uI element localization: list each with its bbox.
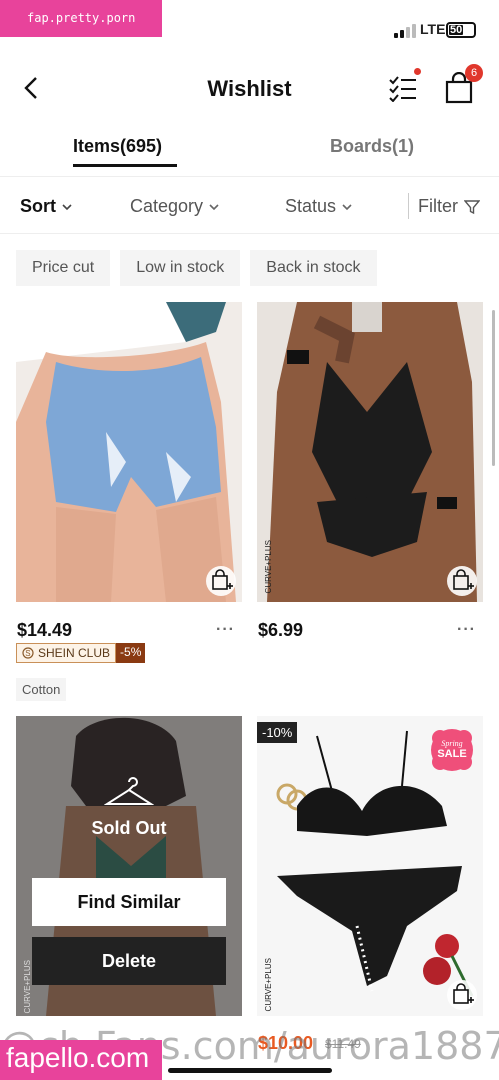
watermark-top: fap.pretty.porn (0, 0, 162, 37)
product-image[interactable] (257, 302, 483, 602)
chevron-down-icon (62, 203, 72, 210)
cart-count-badge: 6 (465, 64, 483, 82)
club-icon: S (22, 647, 34, 659)
tab-boards[interactable]: Boards(1) (330, 136, 414, 157)
sort-dropdown[interactable]: Sort (20, 196, 72, 217)
product-price: $6.99 (258, 620, 304, 640)
club-discount: -5% (116, 643, 146, 663)
network-label: LTE (420, 21, 446, 37)
signal-icon (394, 24, 416, 38)
discount-badge: -10% (257, 722, 298, 743)
status-bar: fap.pretty.porn LTE 50 (0, 0, 499, 40)
scrollbar[interactable] (492, 310, 495, 466)
chevron-down-icon (342, 203, 352, 210)
find-similar-button[interactable]: Find Similar (32, 878, 226, 926)
filter-divider (408, 193, 409, 219)
category-label: Category (130, 196, 204, 216)
svg-text:Spring: Spring (441, 739, 462, 748)
chevron-down-icon (209, 203, 219, 210)
battery-icon: 50 (446, 22, 476, 38)
more-options-button[interactable]: ··· (216, 621, 235, 639)
delete-button[interactable]: Delete (32, 937, 226, 985)
chip-back-in-stock[interactable]: Back in stock (250, 250, 377, 286)
brand-label: CURVE+PLUS (264, 540, 273, 594)
page-title: Wishlist (207, 76, 292, 101)
add-to-cart-button[interactable] (447, 566, 477, 596)
active-tab-indicator (73, 164, 177, 167)
tab-items[interactable]: Items(695) (73, 136, 162, 157)
svg-text:SALE: SALE (437, 748, 466, 760)
status-dropdown[interactable]: Status (285, 196, 352, 217)
spring-sale-badge: Spring SALE (431, 729, 473, 771)
brand-label: CURVE+PLUS (23, 960, 32, 1014)
add-to-bag-icon (212, 569, 233, 590)
add-to-bag-icon (453, 983, 474, 1004)
battery-level: 50 (450, 24, 463, 36)
add-to-cart-button[interactable] (447, 980, 477, 1010)
notification-dot (414, 68, 421, 75)
funnel-icon (464, 199, 480, 214)
brand-label: CURVE+PLUS (264, 958, 273, 1012)
status-label: Status (285, 196, 337, 216)
product-price: $14.49 (17, 620, 73, 640)
svg-text:S: S (25, 649, 30, 658)
chip-low-in-stock[interactable]: Low in stock (120, 250, 241, 286)
quick-filter-chips: Price cut Low in stock Back in stock (16, 250, 377, 286)
add-to-cart-button[interactable] (206, 566, 236, 596)
material-tag: Cotton (16, 678, 67, 701)
wishlist-tabs: Items(695) Boards(1) (0, 130, 499, 174)
checklist-icon[interactable] (388, 74, 420, 102)
more-options-button[interactable]: ··· (457, 621, 476, 639)
category-dropdown[interactable]: Category (130, 196, 219, 217)
chip-price-cut[interactable]: Price cut (16, 250, 111, 286)
filter-button[interactable]: Filter (418, 196, 480, 217)
home-indicator[interactable] (168, 1068, 332, 1073)
shein-club-badge: S SHEIN CLUB -5% (16, 643, 146, 663)
filter-bar: Sort Category Status Filter (0, 176, 499, 234)
hanger-icon (104, 777, 154, 805)
club-label: SHEIN CLUB (38, 646, 111, 660)
filter-label: Filter (418, 196, 458, 216)
app-header: Wishlist 6 (0, 60, 499, 116)
sold-out-label: Sold Out (91, 818, 167, 838)
sort-label: Sort (20, 196, 56, 216)
product-image[interactable] (16, 302, 242, 602)
watermark-bottom: fapello.com (0, 1040, 162, 1080)
add-to-bag-icon (453, 569, 474, 590)
